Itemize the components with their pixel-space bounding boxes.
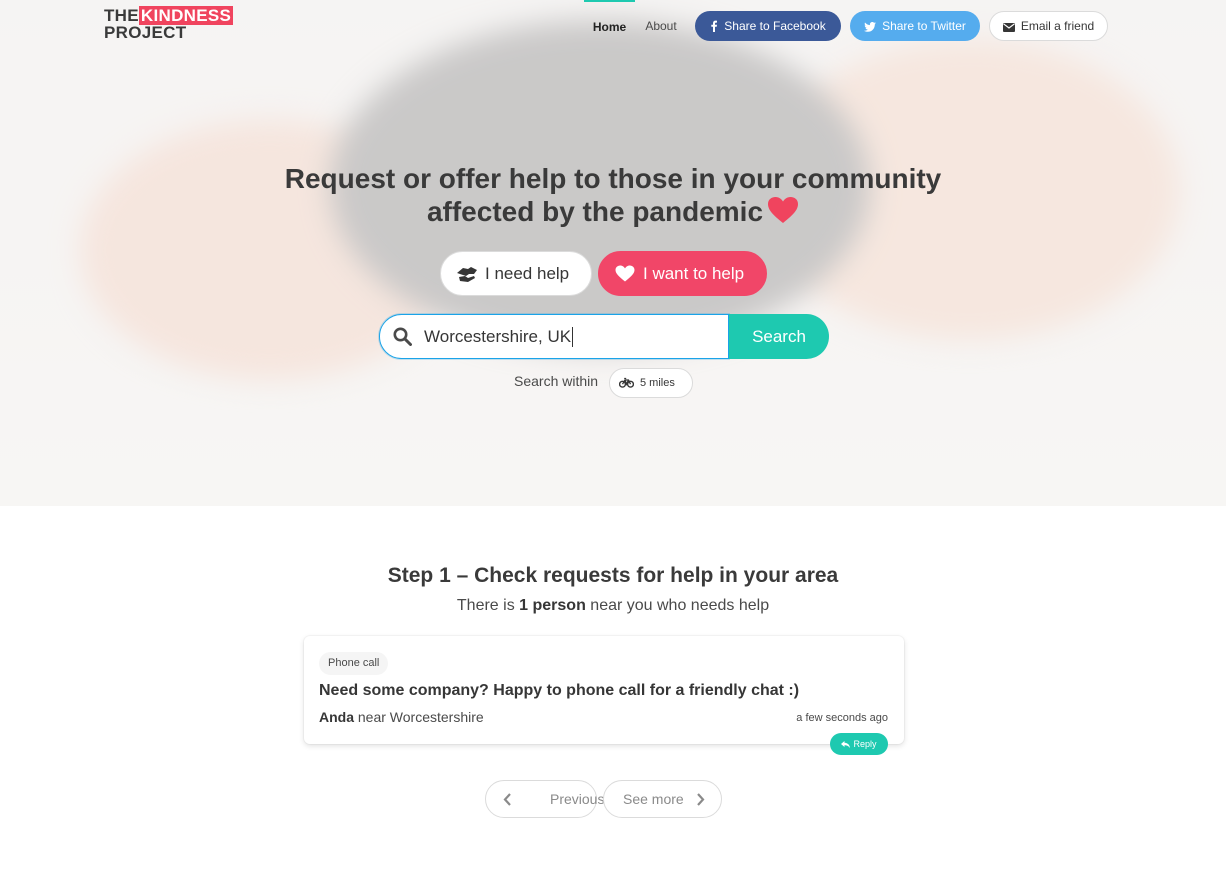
see-more-label: See more	[623, 791, 684, 807]
i-need-help-button[interactable]: I need help	[440, 251, 592, 296]
chevron-left-icon	[503, 793, 511, 806]
requester-name: Anda	[319, 709, 354, 725]
bicycle-icon	[619, 377, 634, 388]
request-title: Need some company? Happy to phone call f…	[319, 682, 800, 699]
request-timestamp: a few seconds ago	[796, 712, 888, 724]
step-person-count: 1 person	[519, 597, 586, 614]
chevron-right-icon	[697, 793, 705, 806]
request-meta: Anda near Worcestershire	[319, 709, 484, 725]
logo-text-project: PROJECT	[104, 23, 187, 42]
hand-holding-icon	[457, 267, 477, 282]
nav-about[interactable]: About	[643, 0, 679, 52]
share-facebook-label: Share to Facebook	[724, 19, 826, 33]
see-more-button[interactable]: See more	[603, 780, 722, 818]
i-want-to-help-button[interactable]: I want to help	[598, 251, 767, 296]
heart-icon	[615, 265, 635, 282]
i-need-help-label: I need help	[485, 264, 570, 283]
share-facebook-button[interactable]: Share to Facebook	[695, 11, 841, 41]
text-caret	[572, 327, 573, 347]
hero-headline: Request or offer help to those in your c…	[0, 162, 1226, 228]
search-radius-select[interactable]: 5 miles	[609, 368, 693, 398]
logo[interactable]: THE KINDNESS PROJECT	[104, 6, 234, 42]
location-search-input[interactable]	[424, 323, 704, 350]
headline-line-2: affected by the pandemic	[426, 196, 764, 227]
navbar: THE KINDNESS PROJECT Home About Share to …	[0, 0, 1226, 52]
twitter-icon	[864, 22, 877, 32]
search-button[interactable]: Search	[729, 314, 829, 359]
reply-label: Reply	[853, 739, 877, 749]
search-radius-value: 5 miles	[640, 377, 675, 389]
envelope-icon	[1002, 23, 1015, 32]
nav-home[interactable]: Home	[584, 0, 635, 52]
reply-button[interactable]: Reply	[830, 733, 888, 755]
email-friend-label: Email a friend	[1020, 19, 1095, 33]
search-within-label: Search within	[514, 373, 599, 389]
requester-location: near Worcestershire	[354, 709, 484, 725]
step-subtitle-after: near you who needs help	[585, 597, 770, 614]
i-want-to-help-label: I want to help	[643, 264, 745, 283]
heart-emoji-icon	[768, 197, 799, 223]
step-subtitle: There is 1 person near you who needs hel…	[0, 597, 1226, 615]
previous-page-button[interactable]: Previous	[485, 780, 604, 818]
location-search-field[interactable]	[379, 314, 729, 359]
help-request-card[interactable]: Phone call Need some company? Happy to p…	[304, 636, 904, 744]
reply-icon	[841, 740, 851, 748]
previous-page-label: Previous	[550, 791, 605, 807]
search-icon	[393, 327, 412, 346]
step-subtitle-before: There is	[456, 597, 520, 614]
headline-line-1: Request or offer help to those in your c…	[284, 163, 942, 194]
share-twitter-button[interactable]: Share to Twitter	[850, 11, 980, 41]
share-twitter-label: Share to Twitter	[882, 19, 966, 33]
email-friend-button[interactable]: Email a friend	[989, 11, 1108, 41]
facebook-icon	[711, 20, 718, 32]
step-title: Step 1 – Check requests for help in your…	[387, 564, 839, 587]
request-type-tag: Phone call	[319, 652, 389, 675]
